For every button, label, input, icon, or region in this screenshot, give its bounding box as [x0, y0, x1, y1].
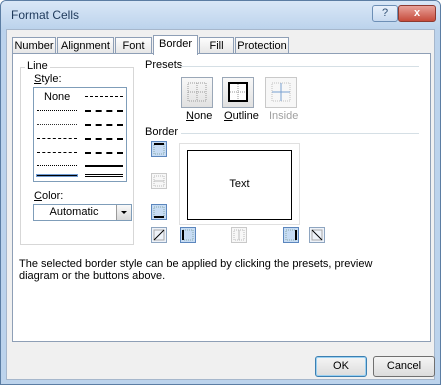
border-diagonal-up-button[interactable] [151, 227, 167, 243]
cancel-button[interactable]: Cancel [373, 356, 435, 377]
style-label: Style: [32, 73, 64, 85]
format-cells-dialog: Format Cells ? x Number Alignment Font B… [0, 0, 441, 385]
preview-cell[interactable]: Text [187, 150, 292, 220]
line-style-dotted[interactable] [37, 124, 77, 125]
border-inside-vertical-icon [233, 229, 245, 241]
preset-inside-icon [271, 82, 291, 102]
diagonal-down-icon [311, 229, 323, 241]
border-right-icon [285, 229, 297, 241]
border-left-icon [182, 229, 194, 241]
border-top-icon [153, 143, 165, 155]
line-style-dotted-2[interactable] [37, 165, 77, 166]
title-bar: Format Cells ? x [1, 1, 440, 29]
color-dropdown-value: Automatic [49, 206, 99, 218]
border-diagonal-down-button[interactable] [309, 227, 325, 243]
preset-none-button[interactable] [181, 77, 213, 108]
line-style-none[interactable]: None [44, 91, 70, 103]
line-style-thick[interactable] [85, 165, 123, 167]
preset-none-label: None [186, 110, 213, 122]
preset-none-icon [187, 82, 207, 102]
line-style-hair[interactable] [37, 110, 77, 111]
border-bottom-button[interactable] [151, 204, 167, 220]
presets-separator [181, 66, 419, 67]
presets-label: Presets [143, 59, 185, 71]
preset-outline-label: Outline [224, 110, 259, 122]
line-group-label: Line [25, 60, 50, 72]
close-button[interactable]: x [398, 5, 436, 22]
border-bottom-icon [153, 206, 165, 218]
border-inside-vertical-button[interactable] [231, 227, 247, 243]
line-style-slant-dash-dot[interactable] [85, 124, 123, 126]
ok-button[interactable]: OK [315, 356, 367, 377]
border-label: Border [143, 126, 181, 138]
preset-outline-icon [228, 82, 248, 102]
border-preview-area[interactable]: Text [179, 143, 300, 225]
dropdown-arrow-button[interactable] [116, 205, 131, 220]
preset-outline-button[interactable] [222, 77, 254, 108]
tab-font[interactable]: Font [115, 37, 152, 54]
line-style-medium-dashed[interactable] [85, 152, 123, 154]
close-icon: x [413, 7, 421, 19]
border-right-button[interactable] [283, 227, 299, 243]
color-dropdown[interactable]: Automatic [33, 204, 132, 221]
line-style-dash-dot-dot[interactable] [85, 96, 123, 97]
tab-fill[interactable]: Fill [199, 37, 234, 54]
diagonal-up-icon [153, 229, 165, 241]
color-label: Color: [32, 190, 66, 202]
line-style-medium-dash-dot-dot[interactable] [85, 110, 123, 112]
line-style-dash-dot[interactable] [37, 138, 77, 139]
border-left-button[interactable] [180, 227, 196, 243]
help-button[interactable]: ? [372, 5, 398, 22]
preset-inside-label: Inside [269, 110, 299, 122]
line-style-medium-dash-dot[interactable] [85, 138, 123, 140]
preview-text: Text [229, 178, 250, 190]
help-icon: ? [381, 7, 389, 19]
border-inside-horizontal-button[interactable] [151, 173, 167, 189]
line-style-double[interactable] [85, 174, 123, 177]
tab-number[interactable]: Number [12, 37, 56, 54]
chevron-down-icon [121, 211, 127, 214]
window-title: Format Cells [11, 8, 80, 22]
border-separator [181, 133, 419, 134]
line-style-dashed[interactable] [37, 152, 77, 153]
tab-alignment[interactable]: Alignment [57, 37, 114, 54]
border-top-button[interactable] [151, 141, 167, 157]
preset-inside-button[interactable] [265, 77, 297, 108]
border-inside-horizontal-icon [153, 175, 165, 187]
tab-protection[interactable]: Protection [235, 37, 289, 54]
line-style-thin-selected[interactable] [36, 174, 78, 177]
description-text: The selected border style can be applied… [19, 258, 373, 282]
line-style-list: None [33, 87, 127, 182]
tab-border[interactable]: Border [153, 35, 198, 55]
